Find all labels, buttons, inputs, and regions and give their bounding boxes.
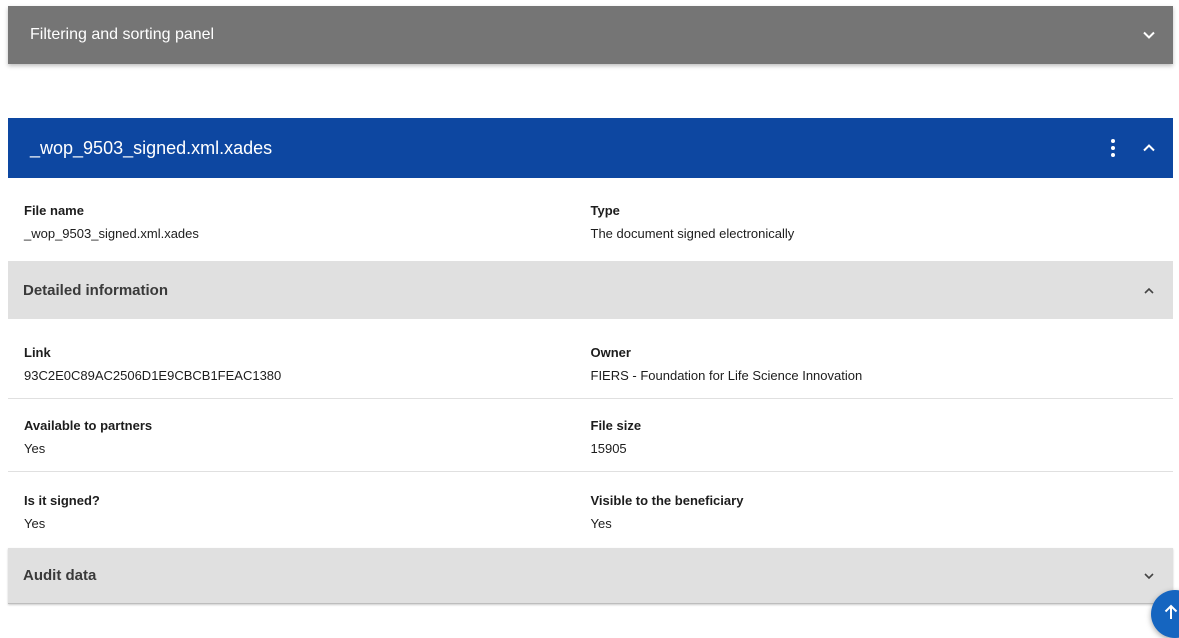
chevron-up-icon[interactable] [1139,138,1159,158]
detail-row: Available to partners Yes File size 1590… [8,399,1173,472]
file-card: _wop_9503_signed.xml.xades File name _wo… [8,118,1173,604]
file-size-label: File size [590,418,642,433]
file-card-title: _wop_9503_signed.xml.xades [30,137,273,158]
signed-cell: Is it signed? Yes [24,493,591,548]
owner-value: FIERS - Foundation for Life Science Inno… [590,368,863,383]
chevron-down-icon[interactable] [1139,566,1159,586]
detail-row: Link 93C2E0C89AC2506D1E9CBCB1FEAC1380 Ow… [8,319,1173,399]
filter-sort-panel-header[interactable]: Filtering and sorting panel [8,6,1173,64]
audit-data-header[interactable]: Audit data [8,548,1173,604]
chevron-down-icon[interactable] [1139,25,1159,45]
file-name-value: _wop_9503_signed.xml.xades [24,226,199,241]
basic-info-row: File name _wop_9503_signed.xml.xades Typ… [8,178,1173,262]
detailed-info-header[interactable]: Detailed information [8,262,1173,319]
audit-data-title: Audit data [23,567,97,584]
type-label: Type [590,203,620,218]
chevron-up-icon[interactable] [1139,281,1159,301]
file-size-value: 15905 [590,441,627,456]
owner-label: Owner [590,345,631,360]
type-value: The document signed electronically [590,226,795,241]
link-label: Link [24,345,51,360]
available-value: Yes [24,441,46,456]
link-value: 93C2E0C89AC2506D1E9CBCB1FEAC1380 [24,368,282,383]
arrow-up-icon [1164,604,1178,625]
file-name-cell: File name _wop_9503_signed.xml.xades [24,203,591,261]
file-name-label: File name [24,203,84,218]
file-card-actions [1103,138,1159,158]
visible-label: Visible to the beneficiary [590,493,744,508]
available-label: Available to partners [24,418,153,433]
visible-cell: Visible to the beneficiary Yes [591,493,1158,548]
more-vertical-icon[interactable] [1103,139,1123,157]
signed-label: Is it signed? [24,493,100,508]
type-cell: Type The document signed electronically [591,203,1158,261]
signed-value: Yes [24,516,46,531]
detail-row: Is it signed? Yes Visible to the benefic… [8,472,1173,548]
filter-panel-title: Filtering and sorting panel [30,26,215,43]
file-card-header[interactable]: _wop_9503_signed.xml.xades [8,118,1173,178]
detailed-info-title: Detailed information [23,282,169,299]
visible-value: Yes [590,516,612,531]
available-cell: Available to partners Yes [24,418,591,471]
file-size-cell: File size 15905 [591,418,1158,471]
link-cell: Link 93C2E0C89AC2506D1E9CBCB1FEAC1380 [24,345,591,398]
owner-cell: Owner FIERS - Foundation for Life Scienc… [591,345,1158,398]
